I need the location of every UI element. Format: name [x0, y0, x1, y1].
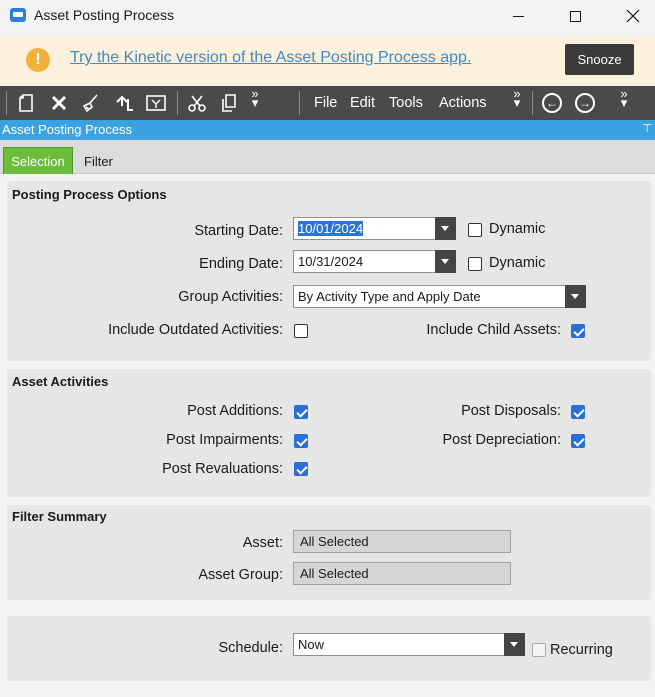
group-activities-label: Group Activities:: [178, 289, 283, 305]
asset-group-summary-field: All Selected: [293, 562, 511, 585]
posting-options-panel: Posting Process Options Starting Date: 1…: [7, 181, 651, 361]
asset-group-label: Asset Group:: [198, 567, 283, 583]
starting-date-dropdown-icon[interactable]: [435, 217, 456, 240]
asset-activities-panel: Asset Activities Post Additions: Post Di…: [7, 369, 651, 497]
starting-date-dynamic-label: Dynamic: [489, 221, 546, 237]
recurring-checkbox[interactable]: [532, 643, 546, 657]
schedule-select[interactable]: Now: [293, 633, 525, 656]
group-activities-value: By Activity Type and Apply Date: [298, 289, 481, 304]
recurring-label: Recurring: [550, 642, 613, 658]
form-header: Asset Posting Process ⊤: [0, 120, 655, 140]
menu-overflow-icon[interactable]: » ▾: [511, 87, 523, 109]
copy-icon[interactable]: [219, 93, 239, 113]
tab-filter[interactable]: Filter: [84, 154, 113, 169]
toolbar: » ▾ File Edit Tools Actions » ▾ ← → » ▾: [0, 86, 655, 120]
app-icon: [10, 8, 26, 22]
toolbar-separator: [299, 91, 300, 115]
schedule-panel: Schedule: Now Recurring: [7, 616, 651, 681]
ending-date-dropdown-icon[interactable]: [435, 250, 456, 273]
menu-file[interactable]: File: [314, 95, 337, 111]
maximize-button[interactable]: [552, 0, 598, 32]
ending-date-label: Ending Date:: [199, 256, 283, 272]
ending-date-dynamic-checkbox[interactable]: [468, 257, 482, 271]
post-depreciation-label: Post Depreciation:: [442, 432, 561, 448]
toolbar-separator: [177, 91, 178, 115]
menu-edit[interactable]: Edit: [350, 95, 375, 111]
cut-icon[interactable]: [187, 93, 207, 113]
close-button[interactable]: [610, 0, 655, 32]
post-disposals-label: Post Disposals:: [461, 403, 561, 419]
nav-overflow-icon[interactable]: » ▾: [618, 87, 630, 109]
include-child-checkbox[interactable]: [571, 324, 585, 338]
asset-label: Asset:: [242, 535, 283, 551]
snooze-button[interactable]: Snooze: [565, 44, 634, 75]
maximize-icon: [569, 10, 581, 22]
refresh-icon[interactable]: [114, 93, 134, 113]
print-preview-icon[interactable]: [146, 93, 166, 113]
asset-summary-field: All Selected: [293, 530, 511, 553]
starting-date-label: Starting Date:: [194, 223, 283, 239]
post-disposals-checkbox[interactable]: [571, 405, 585, 419]
back-icon[interactable]: ←: [542, 93, 562, 113]
starting-date-value: 10/01/2024: [298, 221, 364, 236]
toolbar-separator: [532, 91, 533, 115]
menu-actions[interactable]: Actions: [439, 95, 487, 111]
post-revaluations-checkbox[interactable]: [294, 462, 308, 476]
post-revaluations-label: Post Revaluations:: [162, 461, 283, 477]
starting-date-field[interactable]: 10/01/2024: [293, 217, 456, 240]
post-impairments-checkbox[interactable]: [294, 434, 308, 448]
include-child-label: Include Child Assets:: [426, 322, 561, 338]
post-depreciation-checkbox[interactable]: [571, 434, 585, 448]
ending-date-field[interactable]: 10/31/2024: [293, 250, 456, 273]
title-bar: Asset Posting Process: [0, 0, 655, 32]
window-title: Asset Posting Process: [34, 7, 175, 23]
toolbar-separator: [6, 91, 7, 115]
filter-summary-title: Filter Summary: [12, 509, 107, 524]
ending-date-value: 10/31/2024: [298, 254, 364, 269]
schedule-dropdown-icon[interactable]: [504, 633, 525, 656]
tab-selection[interactable]: Selection: [3, 147, 73, 174]
forward-icon[interactable]: →: [575, 93, 595, 113]
posting-options-title: Posting Process Options: [12, 187, 167, 202]
clear-icon[interactable]: [81, 93, 101, 113]
form-title: Asset Posting Process: [2, 122, 133, 137]
tab-bar: Selection Filter: [0, 140, 655, 174]
ending-date-dynamic-label: Dynamic: [489, 255, 546, 271]
kinetic-link[interactable]: Try the Kinetic version of the Asset Pos…: [70, 49, 471, 67]
menu-tools[interactable]: Tools: [389, 95, 423, 111]
minimize-icon: [512, 15, 524, 17]
warning-icon: !: [26, 48, 50, 72]
group-activities-select[interactable]: By Activity Type and Apply Date: [293, 285, 586, 308]
toolbar-overflow-icon[interactable]: » ▾: [249, 87, 261, 109]
filter-summary-panel: Filter Summary Asset: All Selected Asset…: [7, 505, 651, 600]
post-impairments-label: Post Impairments:: [166, 432, 283, 448]
schedule-value: Now: [298, 637, 325, 652]
delete-icon[interactable]: [49, 93, 69, 113]
asset-activities-title: Asset Activities: [12, 374, 109, 389]
include-outdated-label: Include Outdated Activities:: [108, 322, 283, 338]
kinetic-banner: ! Try the Kinetic version of the Asset P…: [0, 36, 655, 84]
post-additions-label: Post Additions:: [187, 403, 283, 419]
starting-date-dynamic-checkbox[interactable]: [468, 223, 482, 237]
group-activities-dropdown-icon[interactable]: [565, 285, 586, 308]
schedule-label: Schedule:: [218, 640, 284, 656]
close-icon: [626, 9, 640, 23]
pin-icon[interactable]: ⊤: [642, 122, 652, 135]
include-outdated-checkbox[interactable]: [294, 324, 308, 338]
minimize-button[interactable]: [495, 0, 541, 32]
new-icon[interactable]: [16, 93, 36, 113]
post-additions-checkbox[interactable]: [294, 405, 308, 419]
